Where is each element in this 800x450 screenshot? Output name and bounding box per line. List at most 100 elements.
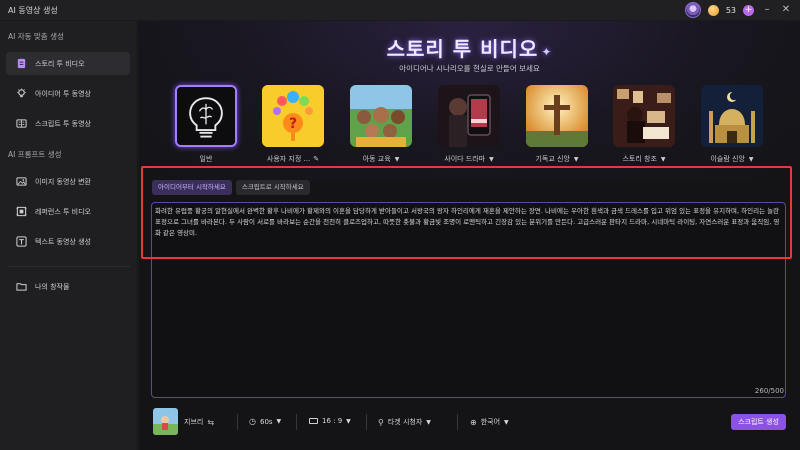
magic-wand-icon: ✦: [541, 45, 553, 59]
toolbar-divider: [296, 414, 297, 430]
style-thumbnail: [613, 85, 675, 147]
text-icon: [16, 236, 27, 247]
sidebar-item-label: 텍스트 동영상 생성: [35, 237, 91, 246]
sidebar-divider: [8, 266, 130, 267]
style-label-text: 스토리 창조: [622, 155, 657, 163]
toolbar-divider: [237, 414, 238, 430]
sidebar-item-text-to-video[interactable]: 텍스트 동영상 생성: [6, 230, 130, 253]
sidebar-item-reference-to-video[interactable]: 레퍼런스 투 비디오: [6, 200, 130, 223]
coin-icon: [707, 4, 719, 16]
style-label-text: 아동 교육: [362, 155, 391, 163]
style-label-text: 사용자 지정 ...: [266, 155, 311, 163]
char-counter: 260/500: [754, 387, 784, 395]
style-thumbnail: [438, 85, 500, 147]
close-icon[interactable]: ✕: [780, 4, 792, 16]
app-title: AI 동영상 생성: [8, 5, 58, 15]
page-subtitle: 아이디어나 시나리오를 현실로 만들어 보세요: [399, 64, 540, 73]
globe-icon: ⊕: [470, 417, 477, 427]
style-thumbnail: ?: [262, 85, 324, 147]
page-title-text: 스토리 투 비디오: [386, 37, 539, 61]
duration-selector[interactable]: ◷ 60s ▼: [249, 417, 281, 426]
input-mode-tabs: 아이디어부터 시작하세요 스크립트로 시작하세요: [152, 180, 310, 195]
toolbar-divider: [366, 414, 367, 430]
minimize-icon[interactable]: –: [761, 4, 773, 16]
sidebar-item-my-creations[interactable]: 나의 창작물: [6, 275, 130, 298]
svg-text:?: ?: [289, 116, 297, 132]
style-thumbnail: [701, 85, 763, 147]
style-label-text: 이슬람 신앙: [710, 155, 745, 163]
style-label: 스토리 창조 ▼: [611, 154, 677, 164]
chevron-down-icon[interactable]: ▼: [395, 156, 400, 163]
sidebar-item-idea-to-video[interactable]: 아이디어 투 동영상: [6, 82, 130, 105]
tab-start-from-idea[interactable]: 아이디어부터 시작하세요: [152, 180, 232, 195]
voice-selector[interactable]: 지브리 ⇆: [184, 417, 214, 427]
aspect-ratio-icon: [309, 418, 318, 424]
ghibli-style-art-icon: [153, 408, 178, 435]
style-thumbnail: [350, 85, 412, 147]
document-icon: [16, 58, 27, 69]
voice-avatar[interactable]: [153, 408, 178, 435]
style-card-kids-education[interactable]: 아동 교육 ▼: [348, 85, 414, 164]
duration-value: 60s: [259, 417, 273, 426]
generate-script-button[interactable]: 스크립트 생성: [731, 414, 786, 430]
style-card-custom[interactable]: ? 사용자 지정 ... ✎: [260, 85, 326, 164]
style-label-text: 일반: [199, 155, 213, 163]
brain-bulb-icon: [177, 87, 235, 145]
style-card-general[interactable]: 일반: [173, 85, 239, 164]
chevron-down-icon: ▼: [426, 418, 431, 426]
kids-group-art-icon: [350, 85, 412, 147]
audience-label: 타겟 시청자: [387, 418, 423, 426]
cross-art-icon: [526, 85, 588, 147]
sidebar-item-script-to-video[interactable]: 스크립트 투 동영상: [6, 112, 130, 135]
sidebar-item-image-to-video[interactable]: 이미지 동영상 변환: [6, 170, 130, 193]
language-value: 한국어: [480, 418, 501, 426]
aspect-ratio-selector[interactable]: 16 : 9 ▼: [309, 417, 351, 425]
folder-icon: [16, 281, 27, 292]
chevron-down-icon[interactable]: ▼: [749, 156, 754, 163]
style-card-islamic-faith[interactable]: 이슬람 신앙 ▼: [699, 85, 765, 164]
chevron-down-icon[interactable]: ▼: [574, 156, 579, 163]
sidebar-item-label: 스토리 투 비디오: [35, 59, 85, 68]
style-card-story-creation[interactable]: 스토리 창조 ▼: [611, 85, 677, 164]
style-thumbnail: [526, 85, 588, 147]
credit-count: 53: [725, 5, 736, 15]
mosque-art-icon: [701, 85, 763, 147]
page-title: 스토리 투 비디오 ✦: [139, 33, 800, 62]
sidebar-item-story-to-video[interactable]: 스토리 투 비디오: [6, 52, 130, 75]
toolbar-divider: [457, 414, 458, 430]
user-icon: ⚲: [378, 417, 384, 427]
sidebar-item-label: 나의 창작물: [35, 282, 70, 291]
lightbulb-icon: [16, 88, 27, 99]
style-label: 이슬람 신앙 ▼: [699, 154, 765, 164]
chevron-down-icon[interactable]: ▼: [489, 156, 494, 163]
chevron-down-icon[interactable]: ▼: [661, 156, 666, 163]
swap-icon[interactable]: ⇆: [207, 418, 214, 427]
avatar[interactable]: [684, 2, 701, 18]
prompt-text[interactable]: 화려한 유럽풍 황궁의 알현실에서 완벽한 황후 나비에가 황제와의 이혼을 담…: [155, 206, 782, 239]
sidebar-section-prompt: AI 프롬프트 생성: [8, 150, 62, 159]
style-label: 아동 교육 ▼: [348, 154, 414, 164]
style-card-cider-drama[interactable]: 사이다 드라마 ▼: [436, 85, 502, 164]
language-selector[interactable]: ⊕ 한국어 ▼: [470, 417, 509, 427]
sidebar-item-label: 아이디어 투 동영상: [35, 89, 91, 98]
custom-style-art-icon: ?: [262, 85, 324, 147]
chevron-down-icon: ▼: [276, 418, 282, 425]
chevron-down-icon: ▼: [346, 417, 351, 425]
voice-label: 지브리: [184, 418, 204, 426]
title-bar-controls: 53 + – ✕: [684, 2, 792, 18]
style-label-text: 사이다 드라마: [444, 155, 486, 163]
style-label: 일반: [173, 154, 239, 164]
sidebar: AI 자동 맞춤 생성 스토리 투 비디오 아이디어 투 동영상 스크립트 투 …: [0, 21, 138, 450]
style-label-text: 기독교 신앙: [535, 155, 570, 163]
image-icon: [16, 176, 27, 187]
script-icon: [16, 118, 27, 129]
style-label: 사용자 지정 ... ✎: [260, 154, 326, 164]
bottom-toolbar: 지브리 ⇆ ◷ 60s ▼ 16 : 9 ▼ ⚲ 타겟 시청자 ▼ ⊕ 한국어 …: [151, 406, 786, 438]
chevron-down-icon: ▼: [504, 418, 509, 426]
style-card-christian-faith[interactable]: 기독교 신앙 ▼: [524, 85, 590, 164]
audience-selector[interactable]: ⚲ 타겟 시청자 ▼: [378, 417, 431, 427]
edit-pencil-icon[interactable]: ✎: [313, 155, 319, 163]
add-credits-icon[interactable]: +: [743, 4, 754, 16]
tab-start-from-script[interactable]: 스크립트로 시작하세요: [235, 180, 310, 195]
style-label: 기독교 신앙 ▼: [524, 154, 590, 164]
